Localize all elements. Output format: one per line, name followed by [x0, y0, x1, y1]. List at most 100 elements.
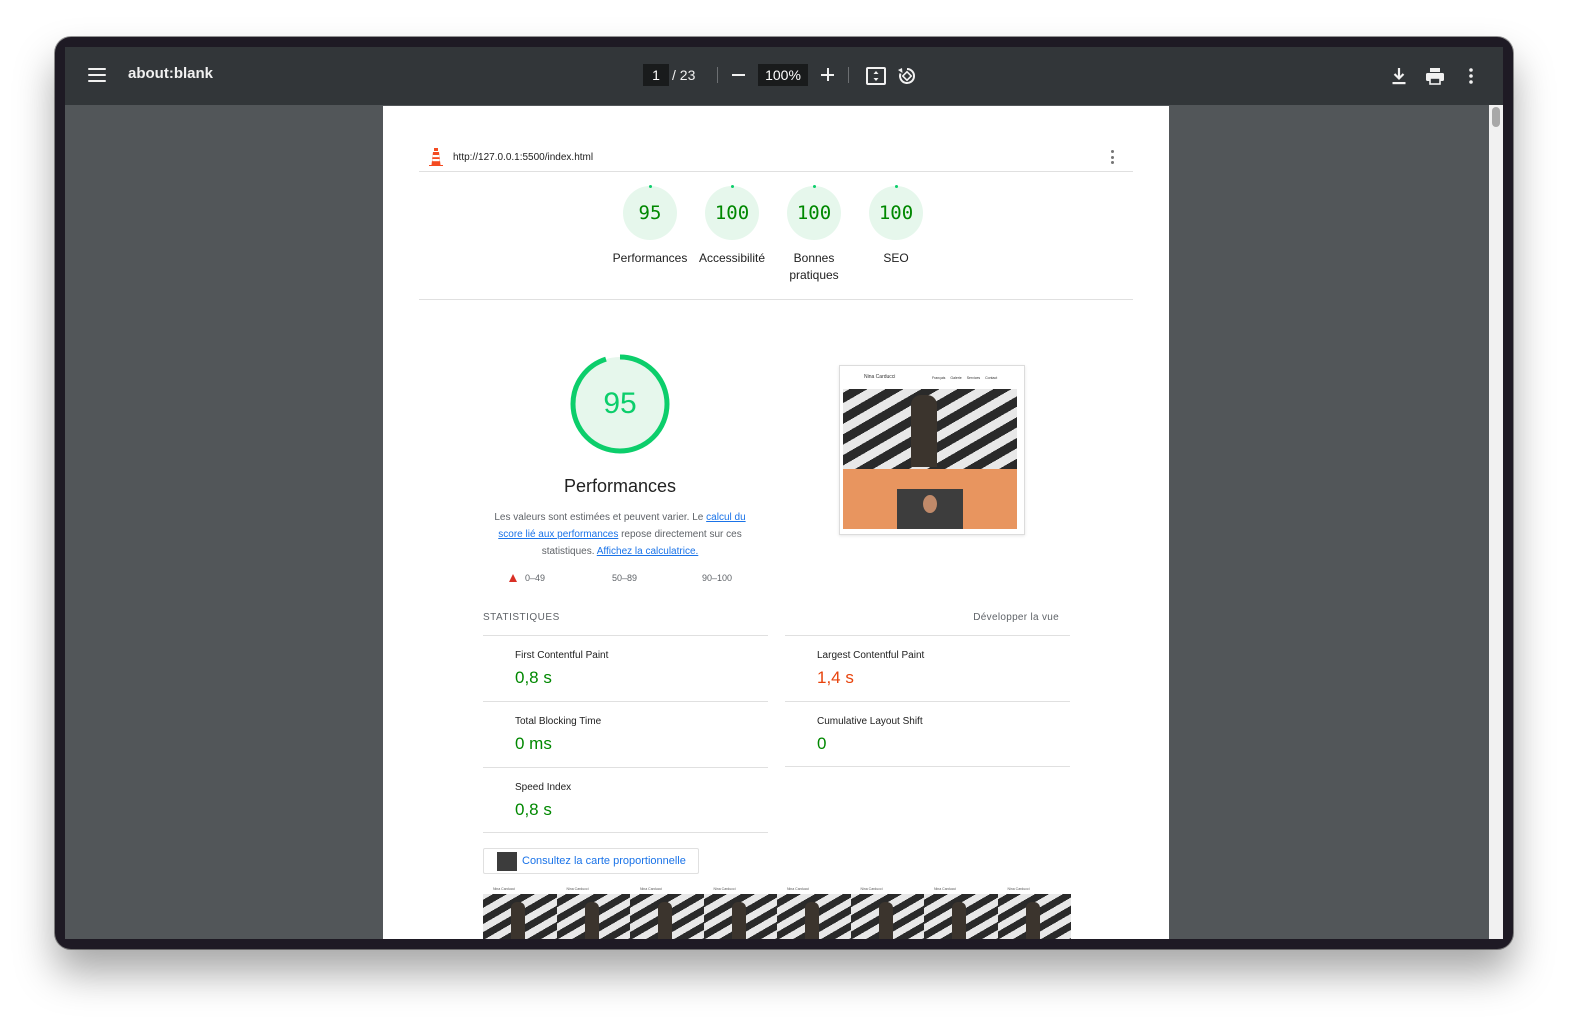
screenshot-hero-image [843, 389, 1017, 469]
frame-site-name: Nina Carducci [860, 887, 883, 891]
performance-big-gauge: 95 [570, 354, 670, 454]
frame-figure [952, 902, 966, 939]
big-gauge-score: 95 [603, 387, 636, 420]
legend-average: 50–89 [612, 573, 637, 583]
gauge-label: Accessibilité [698, 251, 766, 265]
frame-site-name: Nina Carducci [713, 887, 736, 891]
filmstrip-frame: Nina Carducci [850, 884, 924, 939]
expand-view-toggle[interactable]: Développer la vue [973, 612, 1059, 623]
frame-hero-image [997, 894, 1071, 939]
desc-text: Les valeurs sont estimées et peuvent var… [494, 512, 707, 523]
report-menu-icon[interactable] [1111, 150, 1115, 164]
filmstrip-frame: Nina Carducci [997, 884, 1071, 939]
frame-site-name: Nina Carducci [640, 887, 662, 891]
metric-value: 0 ms [515, 734, 552, 753]
treemap-icon [497, 851, 517, 871]
frame-hero-image [556, 894, 630, 939]
browser-window: about:blank 1 / 23 100% http://127.0.0.1… [55, 37, 1513, 949]
gauge-circle: 95 [623, 185, 677, 240]
fit-page-icon[interactable] [864, 64, 888, 88]
frame-figure [658, 902, 672, 939]
screenshot-link: Galerie [950, 376, 962, 380]
metric-value: 1,4 s [817, 668, 854, 687]
menu-icon[interactable] [85, 63, 109, 87]
scrollbar[interactable] [1489, 105, 1503, 939]
screenshot-portrait [897, 489, 963, 529]
frame-figure [584, 902, 599, 939]
gauge-seo[interactable]: 100 SEO [851, 185, 941, 267]
screenshot-nav: Nina Carducci Français Galerie Services … [840, 366, 1024, 388]
filmstrip-frame: Nina Carducci [630, 884, 704, 939]
performance-description: Les valeurs sont estimées et peuvent var… [490, 509, 750, 560]
zoom-out-icon[interactable] [729, 65, 749, 85]
pdf-page: http://127.0.0.1:5500/index.html 95 Perf… [383, 106, 1169, 939]
metric-lcp: Largest Contentful Paint 1,4 s [785, 635, 1070, 701]
screenshot-site-name: Nina Carducci [864, 374, 896, 380]
calculator-link[interactable]: Affichez la calculatrice. [597, 546, 699, 557]
metric-tbt: Total Blocking Time 0 ms [483, 701, 768, 767]
rotate-icon[interactable] [895, 64, 919, 88]
download-icon[interactable] [1387, 64, 1411, 88]
section-divider [419, 299, 1133, 300]
document-title: about:blank [128, 65, 213, 82]
gauge-accessibility[interactable]: 100 Accessibilité [687, 185, 777, 267]
gauge-label: Performances [612, 251, 688, 265]
frame-hero-image [777, 894, 851, 939]
scrollbar-thumb[interactable] [1492, 107, 1500, 127]
toolbar-separator [848, 67, 849, 83]
screenshot-link: Services [966, 376, 981, 380]
zoom-in-icon[interactable] [818, 65, 838, 85]
frame-figure [805, 902, 819, 939]
screenshot-figure [911, 395, 937, 467]
pdf-toolbar: about:blank 1 / 23 100% [65, 47, 1503, 105]
more-vert-icon[interactable] [1459, 64, 1483, 88]
frame-figure [731, 902, 746, 939]
gauge-best-practices[interactable]: 100 Bonnes pratiques [769, 185, 859, 284]
gauge-score: 100 [796, 202, 832, 224]
metric-name: First Contentful Paint [515, 650, 609, 661]
triangle-icon [509, 574, 517, 582]
metric-value: 0 [817, 734, 827, 753]
gauge-score: 100 [878, 202, 914, 224]
frame-figure [511, 902, 525, 939]
treemap-button[interactable]: Consultez la carte proportionnelle [483, 848, 699, 874]
frame-hero-image [850, 894, 924, 939]
gauge-circle: 100 [869, 185, 923, 240]
zoom-level-input[interactable]: 100% [758, 64, 808, 86]
performance-title: Performances [563, 476, 677, 496]
report-url: http://127.0.0.1:5500/index.html [453, 152, 594, 163]
gauge-label: Bonnes pratiques [789, 251, 839, 282]
frame-figure [878, 902, 893, 939]
filmstrip-frame: Nina Carducci [924, 884, 998, 939]
frame-site-name: Nina Carducci [934, 887, 956, 891]
metric-name: Speed Index [515, 782, 572, 793]
legend-fail: 0–49 [509, 573, 545, 583]
metric-name: Largest Contentful Paint [817, 650, 925, 661]
filmstrip-frame: Nina Carducci [703, 884, 777, 939]
screenshot-face [923, 495, 937, 513]
score-legend: 0–49 50–89 90–100 [507, 573, 747, 587]
frame-figure [1025, 902, 1040, 939]
frame-hero-image [630, 894, 704, 939]
pdf-viewer: about:blank 1 / 23 100% http://127.0.0.1… [65, 47, 1503, 939]
gauge-performance[interactable]: 95 Performances [605, 185, 695, 267]
page-number-input[interactable]: 1 [643, 64, 669, 86]
print-icon[interactable] [1423, 64, 1447, 88]
metric-speed-index: Speed Index 0,8 s [483, 767, 768, 833]
lighthouse-logo-icon [429, 148, 443, 166]
metric-name: Total Blocking Time [515, 716, 602, 727]
legend-label: 0–49 [525, 573, 546, 583]
frame-site-name: Nina Carducci [566, 887, 589, 891]
frame-hero-image [703, 894, 777, 939]
frame-site-name: Nina Carducci [787, 887, 809, 891]
screenshot-link: Contact [985, 376, 998, 380]
gauge-score: 100 [714, 202, 750, 224]
metric-name: Cumulative Layout Shift [817, 716, 923, 727]
report-topbar: http://127.0.0.1:5500/index.html [419, 146, 1133, 172]
frame-hero-image [483, 894, 557, 939]
screenshot-link: Français [932, 376, 946, 380]
metric-fcp: First Contentful Paint 0,8 s [483, 635, 768, 701]
score-gauges: 95 Performances 100 Accessibilité 100 Bo… [605, 185, 945, 286]
metric-value: 0,8 s [515, 668, 552, 687]
page-total: / 23 [672, 67, 696, 83]
